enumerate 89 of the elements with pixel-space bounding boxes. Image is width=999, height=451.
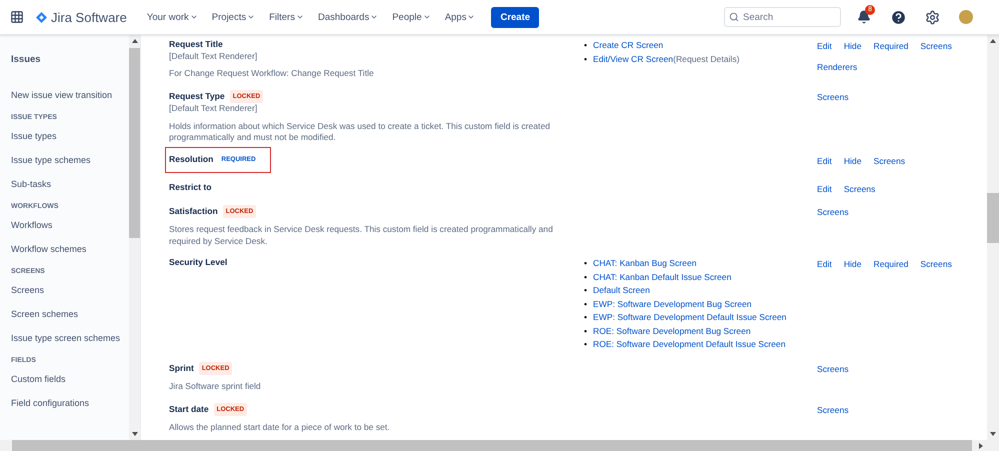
- bullet: •: [584, 298, 588, 310]
- sidebar-item[interactable]: Issue type screen schemes: [11, 333, 129, 343]
- bullet: •: [584, 311, 588, 324]
- field-description: Jira Software sprint field: [169, 381, 262, 392]
- field-description: For Change Request Workflow: Change Request Title: [169, 68, 375, 80]
- nav-menu[interactable]: Dashboards: [314, 8, 382, 26]
- bullet: •: [584, 338, 588, 351]
- operation-link[interactable]: Hide: [844, 259, 862, 352]
- operation-link[interactable]: Edit: [817, 41, 832, 59]
- screen-link[interactable]: EWP: Software Development Default Issue Screen: [593, 312, 786, 322]
- bell-icon: [857, 10, 871, 24]
- operation-link[interactable]: Screens: [920, 259, 952, 352]
- nav-menu[interactable]: Filters: [265, 8, 308, 26]
- screen-link[interactable]: Create CR Screen: [593, 40, 664, 50]
- sidebar-item[interactable]: Workflows: [11, 220, 129, 230]
- field-name: Satisfaction: [169, 206, 218, 217]
- settings-icon: [924, 10, 940, 24]
- field-description: Allows the planned start date for a piece of work to be set.: [169, 422, 391, 434]
- caret-icon: [467, 13, 476, 21]
- operation-link[interactable]: Edit: [817, 156, 832, 172]
- create-button[interactable]: Create: [491, 6, 540, 28]
- screen-link[interactable]: Default Screen: [593, 285, 650, 295]
- logo-icon: [36, 12, 47, 22]
- nav-menu[interactable]: Apps: [440, 8, 480, 26]
- page-scrollbar[interactable]: [987, 35, 999, 440]
- product-name: Jira Software: [51, 10, 127, 24]
- bullet: •: [584, 39, 588, 52]
- avatar[interactable]: [959, 10, 973, 24]
- help-icon: [890, 8, 906, 26]
- field-name: Start date: [169, 404, 209, 415]
- nav-menu[interactable]: Projects: [208, 8, 260, 26]
- field-description: Holds information about which Service Desk was used to create a ticket. This custom field is created programmatically and must not be modified.: [169, 120, 552, 144]
- caret-icon: [190, 13, 198, 21]
- bullet: •: [584, 270, 588, 284]
- screen-link[interactable]: CHAT: Kanban Default Issue Screen: [593, 272, 732, 282]
- sidebar-scrollbar[interactable]: [129, 35, 140, 440]
- operation-link[interactable]: Screens: [817, 404, 849, 434]
- screen-note: (Request Details): [673, 54, 740, 64]
- operation-link[interactable]: Renderers: [817, 62, 858, 80]
- field-name: Sprint: [169, 362, 194, 374]
- caret-icon: [247, 13, 256, 21]
- search-icon: [729, 12, 739, 22]
- sidebar-item[interactable]: New issue view transition: [11, 90, 129, 100]
- sidebar-item[interactable]: Workflow schemes: [11, 244, 129, 254]
- caret-icon: [370, 13, 378, 21]
- bullet: •: [584, 257, 588, 270]
- operation-link[interactable]: Edit: [817, 259, 832, 352]
- renderer-label: [Default Text Renderer]: [169, 50, 258, 62]
- screen-link[interactable]: ROE: Software Development Default Issue Screen: [593, 339, 786, 349]
- operation-link[interactable]: Hide: [844, 156, 862, 172]
- sidebar-item[interactable]: Sub-tasks: [11, 179, 129, 189]
- search-field[interactable]: Search: [724, 7, 841, 27]
- nav-menu[interactable]: People: [388, 8, 435, 26]
- bullet: •: [584, 324, 588, 338]
- operation-link[interactable]: Screens: [817, 92, 849, 144]
- operation-link[interactable]: Screens: [874, 156, 906, 172]
- sidebar-title: Issues: [11, 54, 42, 65]
- sidebar-item[interactable]: Field configurations: [11, 398, 129, 408]
- operation-link[interactable]: Edit: [817, 184, 832, 194]
- bullet: •: [584, 284, 588, 297]
- field-name: Resolution: [169, 154, 214, 166]
- field-name: Restrict to: [169, 182, 212, 193]
- operation-link[interactable]: Screens: [817, 364, 849, 392]
- sidebar-item[interactable]: Screens: [11, 285, 129, 295]
- operation-link[interactable]: Screens: [844, 184, 876, 194]
- operation-link[interactable]: Screens: [817, 206, 849, 247]
- field-name: Request Type: [169, 90, 225, 102]
- operation-link[interactable]: Required: [874, 259, 908, 352]
- field-name: Request Title: [169, 39, 223, 50]
- operation-link[interactable]: Hide: [844, 41, 862, 59]
- bullet: •: [584, 52, 588, 66]
- operation-link[interactable]: Required: [874, 41, 908, 59]
- nav-menu[interactable]: Your work: [142, 8, 202, 26]
- screen-link[interactable]: Edit/View CR Screen: [593, 54, 674, 64]
- renderer-label: [Default Text Renderer]: [169, 103, 258, 114]
- operation-link[interactable]: Screens: [920, 41, 952, 59]
- caret-icon: [296, 13, 304, 21]
- screen-link[interactable]: CHAT: Kanban Bug Screen: [593, 258, 697, 268]
- caret-icon: [422, 13, 431, 21]
- screen-link[interactable]: ROE: Software Development Bug Screen: [593, 326, 751, 336]
- field-description: Stores request feedback in Service Desk requests. This custom field is created programmatically and required by Service Desk.: [169, 224, 554, 247]
- app-switcher-icon[interactable]: [10, 10, 24, 24]
- sidebar-item[interactable]: Issue type schemes: [11, 155, 129, 165]
- sidebar-item[interactable]: Screen schemes: [11, 309, 129, 319]
- field-name: Security Level: [169, 257, 228, 268]
- horizontal-scrollbar[interactable]: [0, 440, 999, 451]
- sidebar-item[interactable]: Issue types: [11, 131, 129, 141]
- sidebar-item[interactable]: Custom fields: [11, 374, 129, 384]
- screen-link[interactable]: EWP: Software Development Bug Screen: [593, 298, 752, 308]
